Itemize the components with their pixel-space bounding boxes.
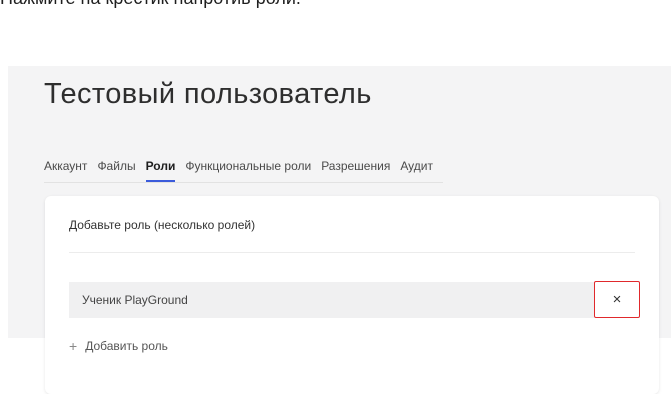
tab-functional-roles[interactable]: Функциональные роли [185, 158, 311, 180]
add-role-button[interactable]: + Добавить роль [69, 338, 168, 354]
tab-permissions[interactable]: Разрешения [321, 158, 390, 180]
tab-audit[interactable]: Аудит [400, 158, 433, 180]
user-page: Тестовый пользователь Аккаунт Файлы Роли… [8, 66, 671, 394]
page-title: Тестовый пользователь [44, 78, 372, 110]
role-row: Ученик PlayGround [69, 282, 594, 318]
plus-icon: + [69, 338, 78, 354]
close-icon: × [612, 291, 622, 308]
tab-bar: Аккаунт Файлы Роли Функциональные роли Р… [44, 158, 443, 183]
instruction-text: Нажмите на крестик напротив роли. [0, 0, 301, 9]
divider [69, 252, 635, 253]
tab-account[interactable]: Аккаунт [44, 158, 87, 180]
roles-card-heading: Добавьте роль (несколько ролей) [69, 218, 256, 232]
remove-role-button[interactable]: × [594, 281, 640, 318]
tab-roles[interactable]: Роли [145, 158, 176, 182]
add-role-label: Добавить роль [85, 339, 168, 353]
roles-card: Добавьте роль (несколько ролей) Ученик P… [45, 196, 659, 394]
tab-files[interactable]: Файлы [97, 158, 135, 180]
role-name: Ученик PlayGround [82, 293, 188, 307]
